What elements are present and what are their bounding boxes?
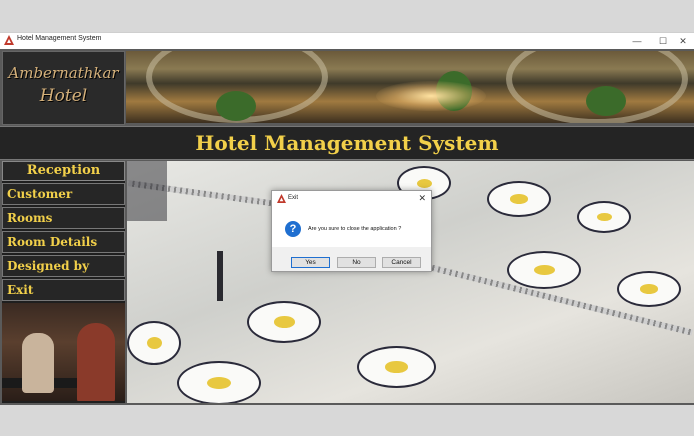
page-title: Hotel Management System — [195, 131, 499, 155]
dialog-title: Exit — [288, 195, 299, 201]
sidebar: Reception Customer Rooms Room Details De… — [2, 161, 125, 403]
minimize-button[interactable]: — — [624, 34, 650, 48]
sidebar-item-rooms[interactable]: Rooms — [2, 207, 125, 229]
sidebar-item-room-details[interactable]: Room Details — [2, 231, 125, 253]
no-button[interactable]: No — [337, 257, 376, 268]
sidebar-item-designed-by[interactable]: Designed by — [2, 255, 125, 277]
window-title: Hotel Management System — [17, 35, 102, 42]
sidebar-item-customer[interactable]: Customer — [2, 183, 125, 205]
sidebar-item-exit[interactable]: Exit — [2, 279, 125, 301]
dialog-title-bar[interactable]: Exit ✕ — [272, 191, 431, 207]
question-icon: ? — [285, 221, 301, 237]
title-bar[interactable]: Hotel Management System — ☐ ✕ — [0, 33, 694, 49]
header-bar: Hotel Management System — [0, 126, 694, 160]
dialog-message: Are you sure to close the application ? — [308, 226, 402, 232]
dialog-body: ? Are you sure to close the application … — [272, 207, 431, 247]
hotel-exterior-image — [126, 51, 694, 123]
reception-photo — [2, 303, 125, 401]
yes-button[interactable]: Yes — [291, 257, 330, 268]
app-logo-icon — [4, 35, 14, 45]
close-button[interactable]: ✕ — [670, 34, 694, 48]
dialog-close-button[interactable]: ✕ — [418, 193, 426, 204]
logo-line-2: Hotel — [39, 86, 88, 106]
hotel-logo: Ambernathkar Hotel — [2, 51, 125, 125]
sidebar-heading: Reception — [2, 161, 125, 181]
cancel-button[interactable]: Cancel — [382, 257, 421, 268]
exit-dialog: Exit ✕ ? Are you sure to close the appli… — [271, 190, 432, 272]
logo-line-1: Ambernathkar — [8, 64, 119, 82]
app-logo-icon — [277, 194, 286, 203]
